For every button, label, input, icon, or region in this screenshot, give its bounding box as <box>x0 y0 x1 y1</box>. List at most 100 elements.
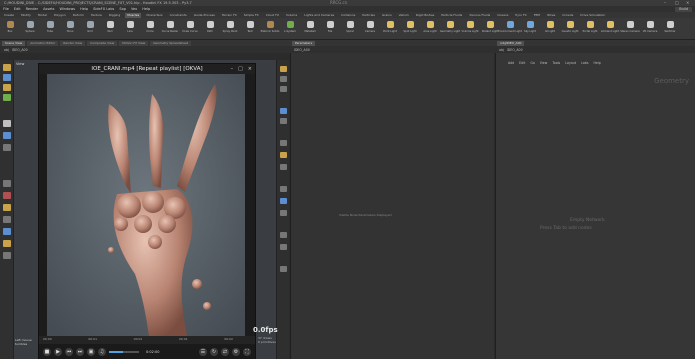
shelf-tab[interactable]: Pyro FX <box>513 13 528 18</box>
menu-item[interactable]: Sop <box>119 7 126 11</box>
pane-tab[interactable]: Parameters <box>292 40 316 46</box>
shelf-tab[interactable]: Create <box>2 13 16 18</box>
shelf-tool[interactable]: Point Light <box>383 20 397 38</box>
move-tool-icon[interactable] <box>3 74 11 81</box>
menu-item[interactable]: File <box>3 7 9 11</box>
path-segment[interactable]: IDEO_A00 <box>294 48 310 52</box>
display-option-icon[interactable] <box>280 186 287 192</box>
shelf-tool[interactable]: GI Light <box>544 20 556 38</box>
lock-camera-icon[interactable] <box>3 240 11 247</box>
display-option-icon[interactable] <box>280 244 287 250</box>
pane-tab[interactable]: /obj/IDEO_A00 <box>497 40 525 46</box>
loop-icon[interactable]: ↻ <box>210 348 218 356</box>
network-menu-item[interactable]: Edit <box>519 61 525 65</box>
shelf-tab[interactable]: Rigging <box>107 13 122 18</box>
shelf-tool[interactable]: Box <box>4 20 16 38</box>
shelf-tool[interactable]: Draw Curve <box>182 20 198 38</box>
menu-item[interactable]: Help <box>80 7 88 11</box>
menu-item[interactable]: SideFX Labs <box>93 7 114 11</box>
desktop-dropdown[interactable]: Build <box>675 6 692 12</box>
playlist-icon[interactable]: ☰ <box>199 348 207 356</box>
screen-icon[interactable]: ▣ <box>87 348 95 356</box>
volume-slider[interactable] <box>109 351 139 353</box>
shelf-tab[interactable]: Polygon <box>52 13 68 18</box>
shelf-tool[interactable]: Metaball <box>304 20 316 38</box>
path-segment[interactable]: obj <box>499 48 504 52</box>
settings-icon[interactable]: ⚙ <box>232 348 240 356</box>
path-segment[interactable]: IDEO_A00 <box>12 48 28 52</box>
rotate-tool-icon[interactable] <box>3 84 11 91</box>
fullscreen-icon[interactable]: ⛶ <box>243 348 251 356</box>
pane-tab[interactable]: Scene View <box>2 40 26 46</box>
shelf-tool[interactable]: Portal Light <box>583 20 597 38</box>
display-option-icon[interactable] <box>280 210 287 216</box>
shelf-tab[interactable]: Lights and Cameras <box>302 13 336 18</box>
network-menu-item[interactable]: Help <box>593 61 600 65</box>
shelf-tab[interactable]: Modify <box>19 13 33 18</box>
shelf-tab[interactable]: Terrain FX <box>220 13 239 18</box>
shelf-tool[interactable]: Area Light <box>423 20 437 38</box>
video-frame[interactable] <box>47 74 245 336</box>
shelf-tool[interactable]: Stereo Camera <box>620 20 640 38</box>
menu-item[interactable]: Edit <box>14 7 21 11</box>
display-option-icon[interactable] <box>280 164 287 170</box>
shelf-tab[interactable]: Drive Simulation <box>578 13 607 18</box>
shelf-tool[interactable]: Tube <box>44 20 56 38</box>
network-pane[interactable]: Add Edit Go View Tools Layout Labs Help Geometr… <box>495 53 695 359</box>
player-minimize-icon[interactable]: – <box>231 66 234 72</box>
pane-tab[interactable]: Motion FX View <box>119 40 149 46</box>
select-tool-icon[interactable] <box>3 64 11 71</box>
display-option-icon[interactable] <box>280 66 287 72</box>
shelf-tab[interactable]: Grains <box>380 13 394 18</box>
player-timeline[interactable]: 00:00 00:01 00:01 00:01 00:02 <box>39 336 255 344</box>
shelf-tool[interactable]: Text <box>244 20 256 38</box>
play-icon[interactable]: ▶ <box>54 348 62 356</box>
parameter-pane[interactable]: Visible Node Parameters Displayed <box>290 53 494 359</box>
network-menu-item[interactable]: Tools <box>552 61 560 65</box>
display-option-icon[interactable] <box>280 108 287 114</box>
shelf-tab[interactable]: Wires <box>545 13 557 18</box>
shelf-tool[interactable]: Platonic Solids <box>261 20 279 38</box>
volume-icon[interactable]: ♫ <box>98 348 106 356</box>
edge-snap-icon[interactable] <box>3 216 11 223</box>
shelf-tab[interactable]: Rigid Bodies <box>414 13 437 18</box>
shelf-tool[interactable]: VR Camera <box>643 20 657 38</box>
network-menu-item[interactable]: Labs <box>581 61 588 65</box>
close-icon[interactable]: × <box>686 1 691 5</box>
shelf-tool[interactable]: Geometry Light <box>440 20 460 38</box>
network-menu-item[interactable]: Layout <box>565 61 576 65</box>
display-option-icon[interactable] <box>280 76 287 82</box>
shelf-tab[interactable]: Oceans <box>495 13 510 18</box>
network-menu-item[interactable]: Add <box>508 61 514 65</box>
shelf-tool[interactable]: Environment Light <box>498 20 522 38</box>
shelf-tab[interactable]: Viscous Fluids <box>467 13 492 18</box>
display-option-icon[interactable] <box>280 140 287 146</box>
stop-icon[interactable]: ■ <box>43 348 51 356</box>
shelf-tab[interactable]: Vellum <box>397 13 411 18</box>
shelf-tool[interactable]: Sky Light <box>524 20 536 38</box>
minimize-icon[interactable]: – <box>664 1 669 5</box>
shelf-tool[interactable]: Circle <box>144 20 156 38</box>
shelf-tool[interactable]: L-System <box>284 20 296 38</box>
shelf-tab[interactable]: Texture <box>89 13 104 18</box>
next-icon[interactable]: ⏭ <box>76 348 84 356</box>
shelf-tool[interactable]: Distant Light <box>482 20 498 38</box>
shelf-tab[interactable]: Muscles <box>125 12 142 18</box>
pane-tab[interactable]: Render View <box>60 40 86 46</box>
shelf-tool[interactable]: Null <box>104 20 116 38</box>
shelf-tab[interactable]: Deform <box>71 13 86 18</box>
shelf-tab[interactable]: Characters <box>144 13 164 18</box>
maximize-icon[interactable]: □ <box>675 1 680 5</box>
shuffle-icon[interactable]: ⇄ <box>221 348 229 356</box>
display-option-icon[interactable] <box>280 86 287 92</box>
shelf-tool[interactable]: Spiral <box>344 20 356 38</box>
video-player-window[interactable]: IOE_CRANI.mp4 [Repeat playlist] [OKVA] –… <box>38 63 256 359</box>
shelf-tool[interactable]: Switcher <box>664 20 676 38</box>
display-option-icon[interactable] <box>280 266 287 272</box>
player-close-icon[interactable]: × <box>248 66 252 72</box>
display-option-icon[interactable] <box>280 198 287 204</box>
shelf-tool[interactable]: Grid <box>84 20 96 38</box>
display-icon[interactable] <box>3 252 11 259</box>
network-menu-item[interactable]: Go <box>530 61 534 65</box>
shelf-tool[interactable]: Curve Bezier <box>162 20 178 38</box>
